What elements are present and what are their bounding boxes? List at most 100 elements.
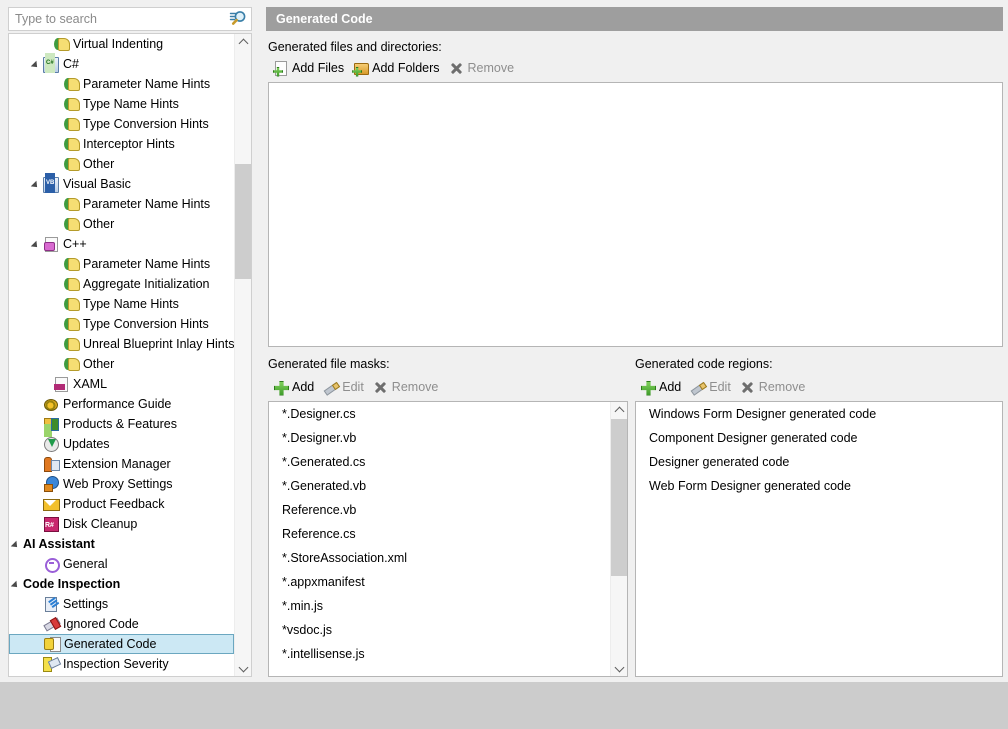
add-files-button[interactable]: Add Files <box>270 58 350 78</box>
sidebar-item-performance-guide[interactable]: Performance Guide <box>9 394 234 414</box>
settings-tree-scrollbar[interactable] <box>234 34 251 676</box>
code-regions-list[interactable]: Windows Form Designer generated codeComp… <box>635 401 1003 677</box>
scroll-down-icon[interactable] <box>611 659 628 676</box>
list-item[interactable]: Component Designer generated code <box>636 426 1002 450</box>
scroll-down-icon[interactable] <box>235 659 252 676</box>
sidebar-item-web-proxy-settings[interactable]: Web Proxy Settings <box>9 474 234 494</box>
sidebar-item-type-conversion-hints[interactable]: Type Conversion Hints <box>9 114 234 134</box>
sidebar-item-inspection-severity[interactable]: Inspection Severity <box>9 654 234 674</box>
list-item[interactable]: *.StoreAssociation.xml <box>269 546 609 570</box>
sidebar-item-label: Ignored Code <box>63 614 139 634</box>
sidebar-item-virtual-indenting[interactable]: Virtual Indenting <box>9 34 234 54</box>
sidebar-item-other[interactable]: Other <box>9 354 234 374</box>
toolbar-button-label: Edit <box>709 380 731 394</box>
list-item[interactable]: Reference.cs <box>269 522 609 546</box>
list-item[interactable]: *.intellisense.js <box>269 642 609 666</box>
sidebar-item-generated-code[interactable]: Generated Code <box>9 634 234 654</box>
list-item[interactable]: Windows Form Designer generated code <box>636 402 1002 426</box>
sidebar-item-other[interactable]: Other <box>9 154 234 174</box>
code-regions-list-items: Windows Form Designer generated codeComp… <box>636 402 1002 676</box>
sidebar-item-general[interactable]: General <box>9 554 234 574</box>
sidebar-item-other[interactable]: Other <box>9 214 234 234</box>
sidebar-item-product-feedback[interactable]: Product Feedback <box>9 494 234 514</box>
sidebar-item-type-name-hints[interactable]: Type Name Hints <box>9 94 234 114</box>
scrollbar-thumb[interactable] <box>235 164 252 279</box>
sidebar-item-label: Aggregate Initialization <box>83 274 209 294</box>
sidebar-item-products-features[interactable]: Products & Features <box>9 414 234 434</box>
add-button[interactable]: Add <box>270 377 320 397</box>
scrollbar-thumb[interactable] <box>611 419 628 576</box>
tree-spacer <box>51 139 62 150</box>
sidebar-item-interceptor-hints[interactable]: Interceptor Hints <box>9 134 234 154</box>
sidebar-item-label: Other <box>83 354 114 374</box>
scroll-up-icon[interactable] <box>611 402 628 419</box>
sidebar-item-label: Type Name Hints <box>83 94 179 114</box>
search-input[interactable] <box>9 8 227 30</box>
page-title: Generated Code <box>266 7 1003 31</box>
expander-icon[interactable] <box>11 539 22 550</box>
hint-icon <box>63 136 79 152</box>
expander-icon[interactable] <box>31 59 42 70</box>
list-item[interactable]: *.Designer.cs <box>269 402 609 426</box>
sidebar-item-type-conversion-hints[interactable]: Type Conversion Hints <box>9 314 234 334</box>
sidebar-item-aggregate-initialization[interactable]: Aggregate Initialization <box>9 274 234 294</box>
sidebar-item-extension-manager[interactable]: Extension Manager <box>9 454 234 474</box>
sidebar-item-label: Generated Code <box>64 635 156 653</box>
add-folder-icon <box>352 60 369 77</box>
list-item[interactable]: Reference.vb <box>269 498 609 522</box>
sidebar-item-type-name-hints[interactable]: Type Name Hints <box>9 294 234 314</box>
sidebar-item-c[interactable]: C# <box>9 54 234 74</box>
regions-toolbar: AddEditRemove <box>637 377 811 397</box>
list-item[interactable]: *vsdoc.js <box>269 618 609 642</box>
toolbar-button-label: Add <box>659 380 681 394</box>
hint-icon <box>63 336 79 352</box>
sidebar-item-settings[interactable]: Settings <box>9 594 234 614</box>
options-dialog: Virtual IndentingC#Parameter Name HintsT… <box>0 0 1008 729</box>
list-item[interactable]: *.Generated.vb <box>269 474 609 498</box>
list-item[interactable]: *.min.js <box>269 594 609 618</box>
expander-icon[interactable] <box>11 579 22 590</box>
toolbar-button-label: Add <box>292 380 314 394</box>
sidebar-item-unreal-blueprint-inlay-hints[interactable]: Unreal Blueprint Inlay Hints <box>9 334 234 354</box>
sidebar-item-code-inspection[interactable]: Code Inspection <box>9 574 234 594</box>
list-item[interactable]: Web Form Designer generated code <box>636 474 1002 498</box>
add-file-icon <box>272 60 289 77</box>
list-item[interactable]: Designer generated code <box>636 450 1002 474</box>
generated-files-list[interactable] <box>268 82 1003 347</box>
sidebar-item-disk-cleanup[interactable]: Disk Cleanup <box>9 514 234 534</box>
sidebar-item-xaml[interactable]: XAML <box>9 374 234 394</box>
remove-button: Remove <box>370 377 445 397</box>
sidebar-item-label: Interceptor Hints <box>83 134 175 154</box>
remove-x-icon <box>372 379 389 396</box>
search-icon[interactable] <box>227 8 249 30</box>
file-masks-list[interactable]: *.Designer.cs*.Designer.vb*.Generated.cs… <box>268 401 628 677</box>
sidebar-item-c[interactable]: C++ <box>9 234 234 254</box>
add-button[interactable]: Add <box>637 377 687 397</box>
scroll-up-icon[interactable] <box>235 34 252 51</box>
expander-icon[interactable] <box>31 179 42 190</box>
sidebar-item-label: Settings <box>63 594 108 614</box>
products-icon <box>43 416 59 432</box>
edit-button: Edit <box>687 377 737 397</box>
files-toolbar: Add FilesAdd FoldersRemove <box>270 58 520 78</box>
settings-tree[interactable]: Virtual IndentingC#Parameter Name HintsT… <box>8 33 252 677</box>
tree-spacer <box>51 119 62 130</box>
sidebar-item-ai-assistant[interactable]: AI Assistant <box>9 534 234 554</box>
tree-spacer <box>32 639 43 650</box>
masks-section-label: Generated file masks: <box>268 357 390 371</box>
sidebar-item-updates[interactable]: Updates <box>9 434 234 454</box>
remove-button: Remove <box>446 58 521 78</box>
search-box[interactable] <box>8 7 252 31</box>
sidebar-item-parameter-name-hints[interactable]: Parameter Name Hints <box>9 74 234 94</box>
ai-general-icon <box>43 556 59 572</box>
list-item[interactable]: *.Generated.cs <box>269 450 609 474</box>
add-folders-button[interactable]: Add Folders <box>350 58 445 78</box>
list-item[interactable]: *.appxmanifest <box>269 570 609 594</box>
sidebar-item-ignored-code[interactable]: Ignored Code <box>9 614 234 634</box>
expander-icon[interactable] <box>31 239 42 250</box>
file-masks-scrollbar[interactable] <box>610 402 627 676</box>
sidebar-item-parameter-name-hints[interactable]: Parameter Name Hints <box>9 254 234 274</box>
sidebar-item-parameter-name-hints[interactable]: Parameter Name Hints <box>9 194 234 214</box>
sidebar-item-visual-basic[interactable]: Visual Basic <box>9 174 234 194</box>
list-item[interactable]: *.Designer.vb <box>269 426 609 450</box>
